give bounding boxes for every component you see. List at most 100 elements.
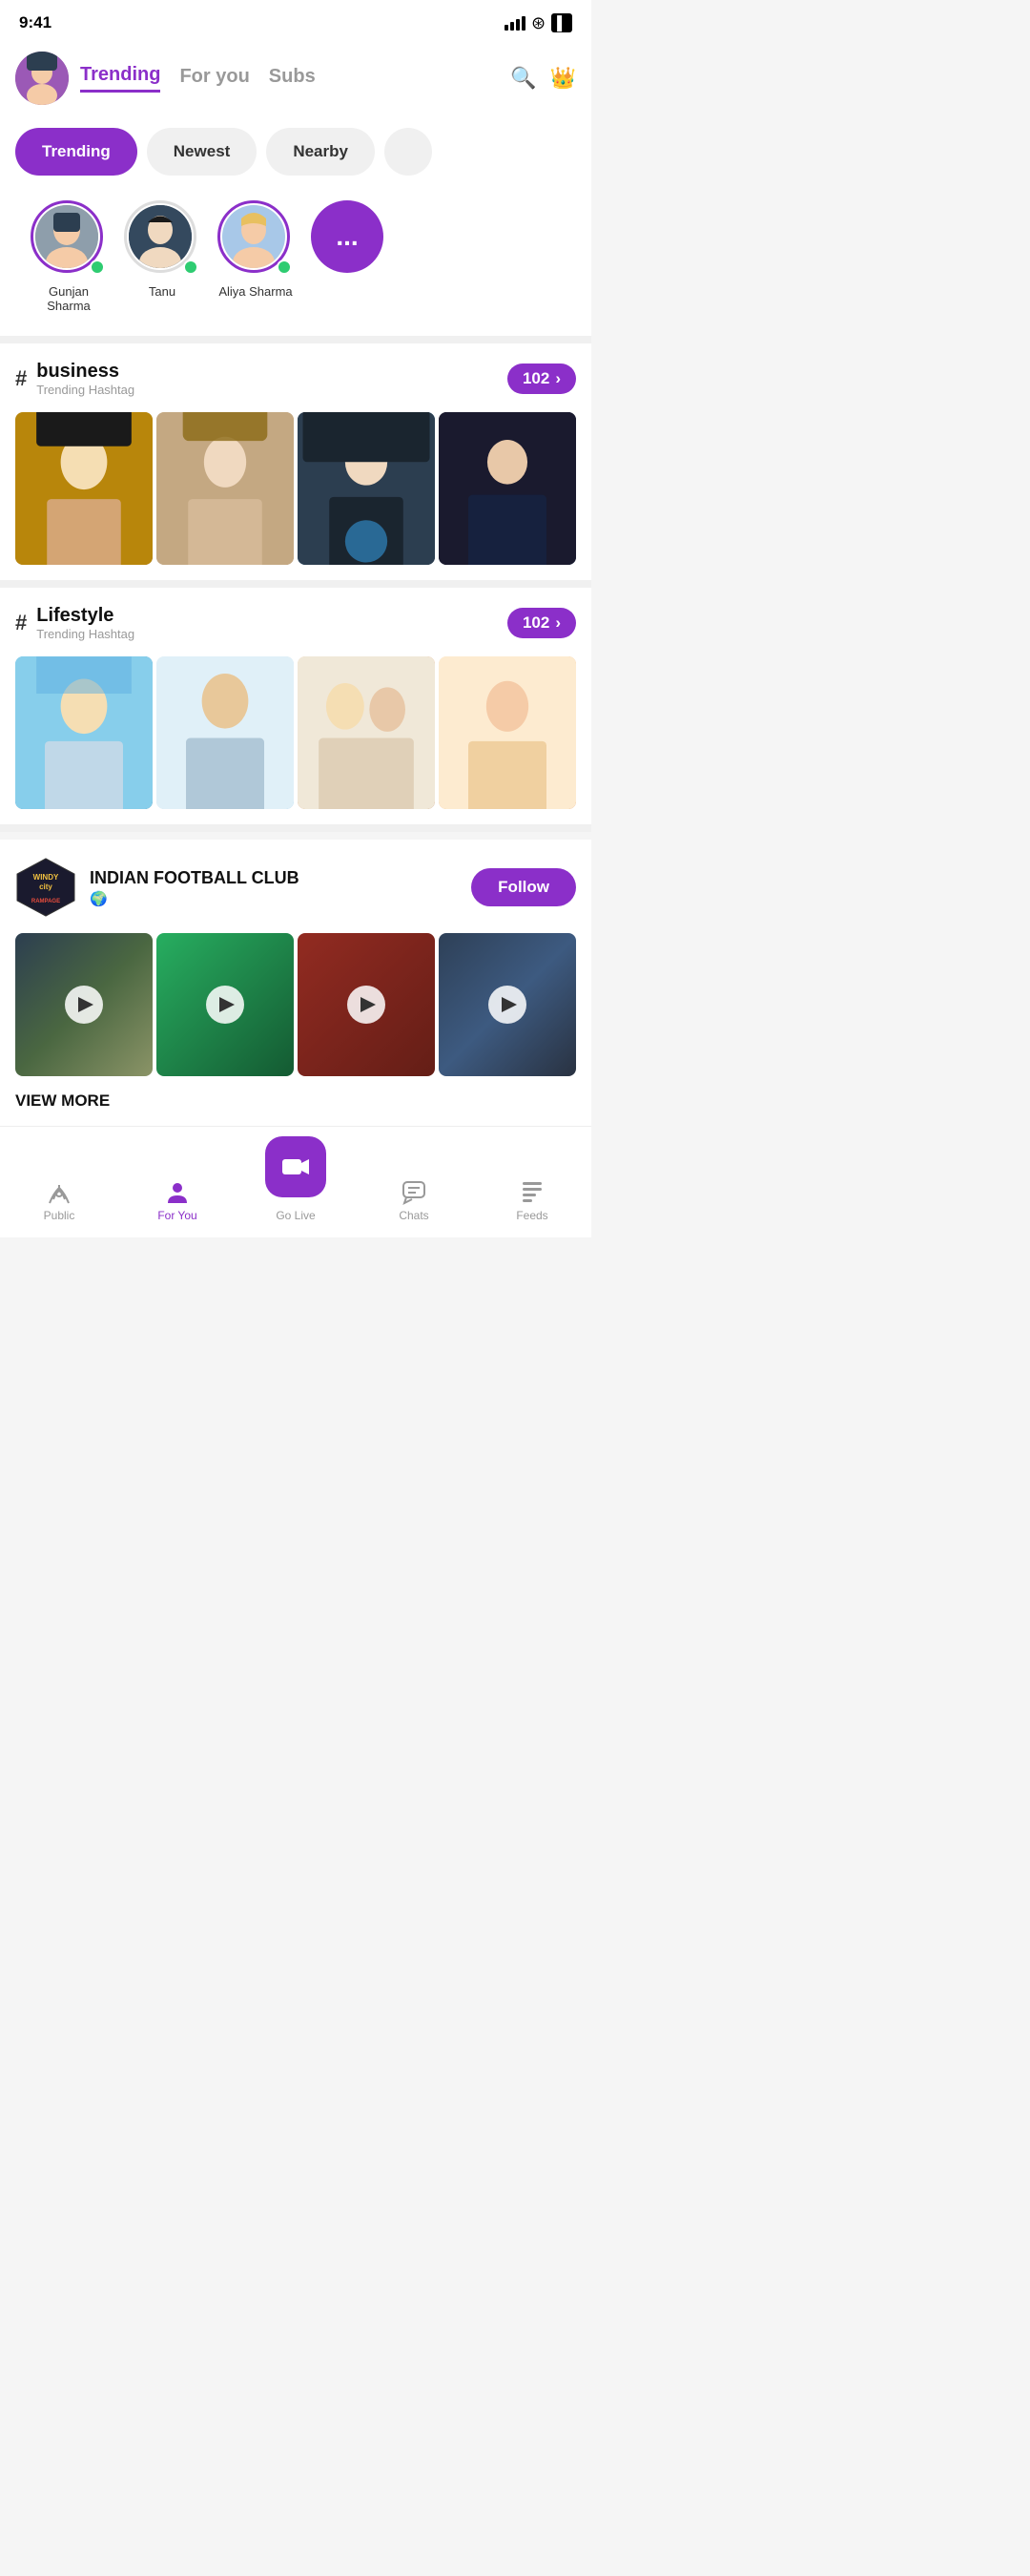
nav-label-public: Public <box>44 1209 75 1222</box>
stories-section: Gunjan Sharma Tanu <box>0 189 591 336</box>
for-you-icon <box>164 1178 191 1205</box>
status-bar: 9:41 ⊛ ▌ <box>0 0 591 42</box>
search-icon[interactable]: 🔍 <box>510 66 536 91</box>
video-thumb-2[interactable] <box>156 933 294 1076</box>
club-name: INDIAN FOOTBALL CLUB <box>90 868 458 888</box>
hashtag-header-lifestyle: # Lifestyle Trending Hashtag 102 › <box>15 605 576 641</box>
online-dot-tanu <box>183 260 198 275</box>
signal-icon <box>505 16 525 31</box>
story-name-aliya: Aliya Sharma <box>218 284 292 299</box>
play-button-3[interactable] <box>347 986 385 1024</box>
filter-bar: Trending Newest Nearby <box>0 114 591 189</box>
story-tanu[interactable]: Tanu <box>124 200 200 313</box>
public-icon <box>46 1178 72 1205</box>
play-icon-2 <box>219 997 235 1012</box>
story-name-gunjan: Gunjan Sharma <box>31 284 107 313</box>
club-header: WINDY city RAMPAGE INDIAN FOOTBALL CLUB … <box>15 857 576 918</box>
user-avatar[interactable] <box>15 52 69 105</box>
status-icons: ⊛ ▌ <box>505 13 572 33</box>
video-grid <box>15 933 576 1076</box>
filter-newest[interactable]: Newest <box>147 128 258 176</box>
count-value-lifestyle: 102 <box>523 613 549 633</box>
header-tabs: Trending For you Subs <box>80 64 499 93</box>
story-img-aliya <box>222 205 285 268</box>
status-time: 9:41 <box>19 13 52 32</box>
play-icon-3 <box>360 997 376 1012</box>
hashtag-left-lifestyle: # Lifestyle Trending Hashtag <box>15 605 134 641</box>
section-divider-1 <box>0 336 591 343</box>
story-gunjan[interactable]: Gunjan Sharma <box>31 200 107 313</box>
hashtag-sub-business: Trending Hashtag <box>36 383 134 397</box>
count-value-business: 102 <box>523 369 549 388</box>
svg-text:RAMPAGE: RAMPAGE <box>31 899 60 904</box>
photo-grid-business <box>15 412 576 580</box>
hash-icon-lifestyle: # <box>15 611 27 635</box>
online-dot-aliya <box>277 260 292 275</box>
hashtag-title-lifestyle: Lifestyle <box>36 605 134 627</box>
count-arrow-lifestyle: › <box>555 613 561 633</box>
more-dots: ... <box>336 221 358 252</box>
section-divider-3 <box>0 824 591 832</box>
hashtag-sub-lifestyle: Trending Hashtag <box>36 627 134 641</box>
tab-subs[interactable]: Subs <box>269 66 316 92</box>
nav-chats[interactable]: Chats <box>355 1178 473 1222</box>
play-button-4[interactable] <box>488 986 526 1024</box>
nav-label-feeds: Feeds <box>516 1209 547 1222</box>
club-card: WINDY city RAMPAGE INDIAN FOOTBALL CLUB … <box>0 840 591 1126</box>
video-thumb-3[interactable] <box>298 933 435 1076</box>
play-button-2[interactable] <box>206 986 244 1024</box>
chats-icon <box>401 1178 427 1205</box>
count-arrow-business: › <box>555 369 561 388</box>
online-dot-gunjan <box>90 260 105 275</box>
view-more-button[interactable]: VIEW MORE <box>15 1076 576 1126</box>
story-img-gunjan <box>35 205 98 268</box>
photo-thumb-business-4[interactable] <box>439 412 576 565</box>
hashtag-card-business: # business Trending Hashtag 102 › <box>0 343 591 580</box>
photo-thumb-business-3[interactable] <box>298 412 435 565</box>
feeds-icon <box>519 1178 546 1205</box>
story-avatar-wrap-tanu <box>124 200 200 277</box>
hashtag-title-business: business <box>36 361 134 383</box>
hashtag-card-lifestyle: # Lifestyle Trending Hashtag 102 › <box>0 588 591 824</box>
hashtag-info-lifestyle: Lifestyle Trending Hashtag <box>36 605 134 641</box>
filter-nearby[interactable]: Nearby <box>266 128 375 176</box>
tab-for-you[interactable]: For you <box>179 66 249 92</box>
more-avatar[interactable]: ... <box>311 200 383 273</box>
photo-thumb-business-1[interactable] <box>15 412 153 565</box>
story-name-tanu: Tanu <box>149 284 175 299</box>
story-img-tanu <box>129 205 192 268</box>
wifi-icon: ⊛ <box>531 13 546 33</box>
section-divider-2 <box>0 580 591 588</box>
photo-thumb-lifestyle-2[interactable] <box>156 656 294 809</box>
club-info: INDIAN FOOTBALL CLUB 🌍 <box>90 868 458 907</box>
video-thumb-1[interactable] <box>15 933 153 1076</box>
club-logo: WINDY city RAMPAGE <box>15 857 76 918</box>
count-pill-lifestyle[interactable]: 102 › <box>507 608 576 638</box>
photo-thumb-lifestyle-1[interactable] <box>15 656 153 809</box>
photo-thumb-lifestyle-4[interactable] <box>439 656 576 809</box>
follow-button[interactable]: Follow <box>471 868 576 906</box>
nav-public[interactable]: Public <box>0 1178 118 1222</box>
go-live-button[interactable] <box>265 1136 326 1197</box>
filter-trending[interactable]: Trending <box>15 128 137 176</box>
stories-row: Gunjan Sharma Tanu <box>15 189 576 332</box>
hashtag-info-business: business Trending Hashtag <box>36 361 134 397</box>
video-thumb-4[interactable] <box>439 933 576 1076</box>
story-avatar-wrap-aliya <box>217 200 294 277</box>
play-button-1[interactable] <box>65 986 103 1024</box>
count-pill-business[interactable]: 102 › <box>507 364 576 394</box>
nav-for-you[interactable]: For You <box>118 1178 237 1222</box>
story-more[interactable]: ... <box>311 200 383 313</box>
story-aliya[interactable]: Aliya Sharma <box>217 200 294 313</box>
nav-label-for-you: For You <box>157 1209 196 1222</box>
tab-trending[interactable]: Trending <box>80 64 160 93</box>
hashtag-header-business: # business Trending Hashtag 102 › <box>15 361 576 397</box>
crown-icon[interactable]: 👑 <box>550 66 576 91</box>
header-actions: 🔍 👑 <box>510 66 576 91</box>
photo-thumb-business-2[interactable] <box>156 412 294 565</box>
svg-text:city: city <box>39 883 52 891</box>
filter-more[interactable] <box>384 128 432 176</box>
nav-go-live[interactable]: Go Live <box>237 1136 355 1222</box>
photo-thumb-lifestyle-3[interactable] <box>298 656 435 809</box>
nav-feeds[interactable]: Feeds <box>473 1178 591 1222</box>
